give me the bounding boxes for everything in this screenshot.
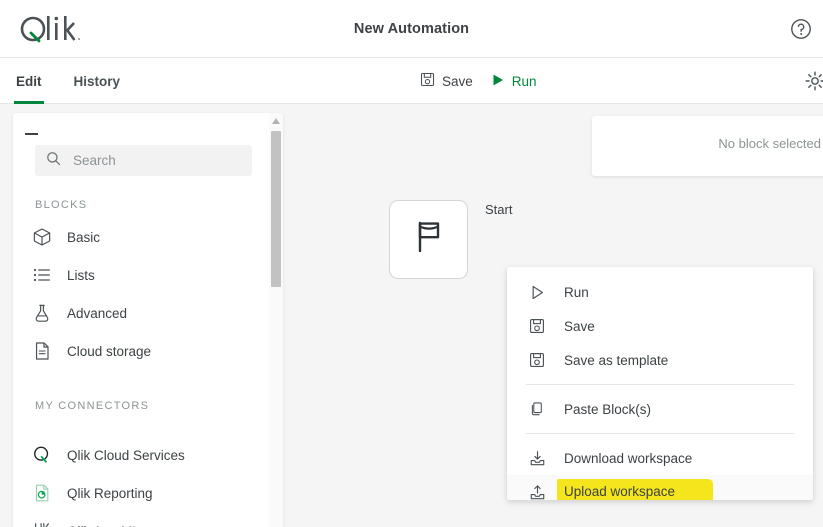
tab-edit-label: Edit [16, 73, 42, 89]
section-title-my-connectors: MY CONNECTORS [35, 400, 150, 412]
minimize-dash-icon[interactable] [25, 127, 39, 141]
context-menu-item-upload-workspace-label: Upload workspace [564, 484, 676, 499]
sidebar-item-advanced-label: Advanced [67, 305, 128, 321]
tab-history-label: History [73, 73, 121, 89]
context-menu-item-save[interactable]: Save [507, 309, 813, 343]
run-label: Run [511, 73, 537, 89]
context-menu-item-run-label: Run [564, 284, 589, 300]
upload-workspace-highlight: Upload workspace [556, 479, 714, 500]
context-menu-item-paste-blocks-label: Paste Block(s) [564, 401, 652, 417]
blocks-sidebar: BLOCKS Basic Li [13, 113, 283, 527]
flag-icon [409, 217, 449, 262]
sidebar-item-qlik-reporting[interactable]: Qlik Reporting [29, 476, 269, 510]
tab-bar: Edit History [0, 58, 136, 104]
search-box[interactable] [35, 145, 252, 176]
cube-icon [29, 226, 55, 248]
sidebar-scrollbar-thumb[interactable] [271, 131, 281, 287]
search-icon [46, 151, 61, 171]
report-doc-icon [29, 482, 55, 504]
sidebar-item-basic-label: Basic [67, 229, 101, 245]
canvas-context-menu: Run Save Save as template Paste Block(s)… [507, 267, 813, 500]
copy-icon [526, 399, 548, 419]
floppy-disk-icon [420, 72, 435, 90]
app-header: New Automation [0, 0, 823, 58]
flask-icon [29, 302, 55, 324]
sidebar-item-lists[interactable]: Lists [29, 258, 269, 292]
upload-tray-icon [526, 482, 548, 500]
context-menu-item-save-as-template[interactable]: Save as template [507, 343, 813, 377]
sidebar-item-basic[interactable]: Basic [29, 220, 269, 254]
list-icon [29, 264, 55, 286]
scroll-up-arrow-icon[interactable] [272, 118, 280, 124]
tab-edit[interactable]: Edit [0, 58, 58, 104]
save-label: Save [442, 73, 473, 89]
toolbar-actions: Save Run [420, 58, 537, 104]
context-menu-item-save-as-template-label: Save as template [564, 352, 669, 368]
no-block-selected-message: No block selected [718, 136, 821, 151]
sidebar-item-advanced[interactable]: Advanced [29, 296, 269, 330]
sidebar-item-qlik-automl[interactable]: Qlik AutoML [29, 514, 269, 527]
context-menu-item-download-workspace-label: Download workspace [564, 450, 693, 466]
context-menu-divider [526, 433, 794, 434]
sidebar-item-lists-label: Lists [67, 267, 95, 283]
sidebar-item-cloud-storage[interactable]: Cloud storage [29, 334, 269, 368]
sidebar-item-qlik-automl-label: Qlik AutoML [67, 524, 140, 527]
automation-editor-app: New Automation Edit History Save Run Sea… [0, 0, 823, 527]
play-triangle-icon [526, 282, 548, 302]
floppy-disk-icon [526, 316, 548, 336]
play-triangle-icon [491, 73, 505, 90]
context-menu-item-upload-workspace[interactable]: Upload workspace [507, 475, 813, 500]
run-button[interactable]: Run [491, 73, 537, 90]
context-menu-item-save-label: Save [564, 318, 595, 334]
download-tray-icon [526, 448, 548, 468]
start-block[interactable] [389, 200, 468, 279]
qlik-q-icon [29, 444, 55, 466]
section-title-blocks: BLOCKS [35, 199, 88, 211]
sidebar-item-qlik-cloud-services-label: Qlik Cloud Services [67, 447, 185, 463]
sidebar-item-cloud-storage-label: Cloud storage [67, 343, 152, 359]
context-menu-item-paste-blocks[interactable]: Paste Block(s) [507, 392, 813, 426]
context-menu-item-run[interactable]: Run [507, 275, 813, 309]
automl-icon [29, 520, 55, 527]
sidebar-scrollbar-track[interactable] [269, 113, 283, 527]
search-input[interactable] [71, 152, 231, 169]
help-circle-icon[interactable] [789, 17, 813, 41]
context-menu-divider [526, 384, 794, 385]
sidebar-item-qlik-cloud-services[interactable]: Qlik Cloud Services [29, 438, 269, 472]
page-title: New Automation [353, 21, 470, 37]
floppy-disk-icon [526, 350, 548, 370]
settings-gear-icon[interactable] [803, 69, 823, 93]
start-block-label: Start [485, 202, 513, 217]
tab-history[interactable]: History [58, 58, 137, 104]
block-info-panel: No block selected [592, 116, 823, 176]
sidebar-item-qlik-reporting-label: Qlik Reporting [67, 485, 153, 501]
document-icon [29, 340, 55, 362]
editor-toolbar: Edit History Save Run [0, 58, 823, 104]
save-button[interactable]: Save [420, 72, 473, 90]
context-menu-item-download-workspace[interactable]: Download workspace [507, 441, 813, 475]
